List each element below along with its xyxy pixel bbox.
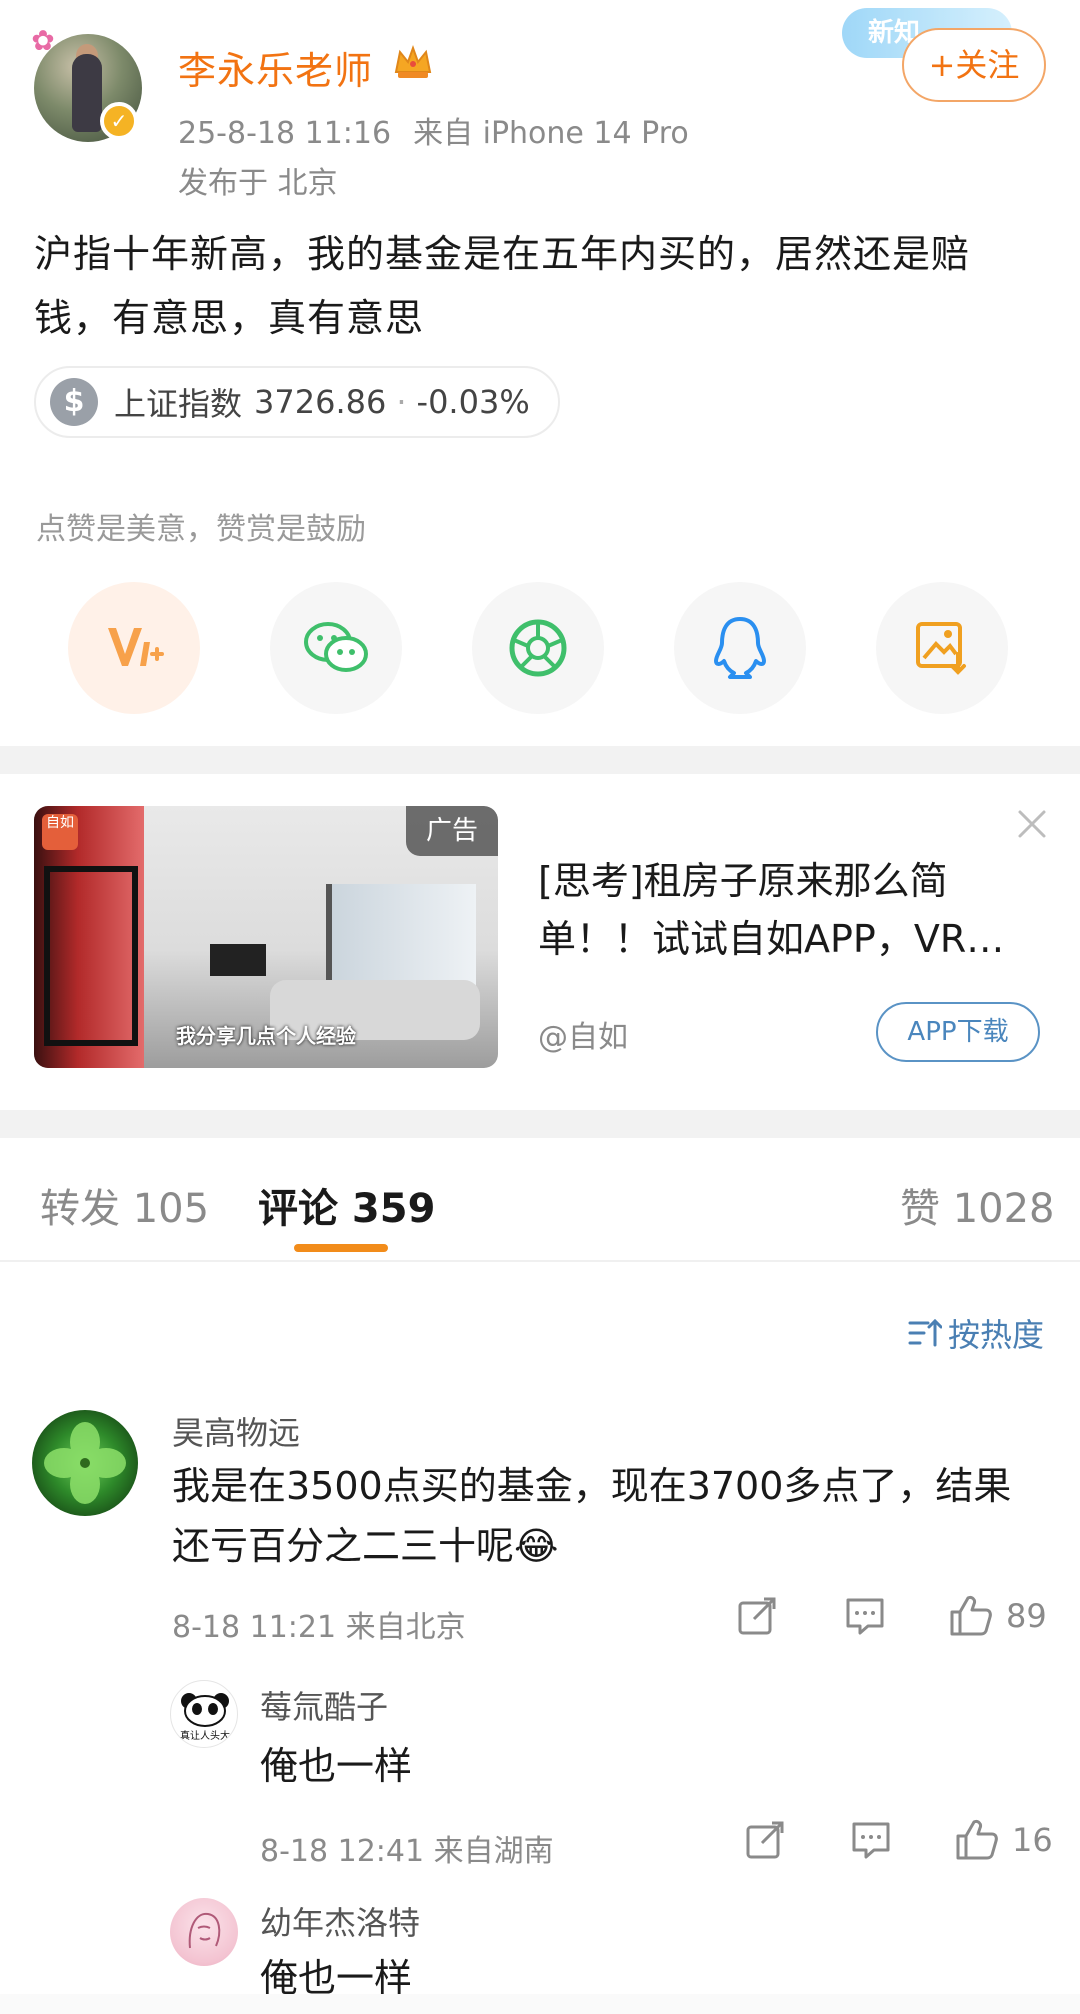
avatar-figure [72,54,102,132]
comment-meta: 8-18 12:41 来自湖南 [260,1834,554,1869]
ad-caption: 我分享几点个人经验 [176,1024,356,1048]
post-body: 沪指十年新高，我的基金是在五年内买的，居然还是赔钱，有意思，真有意思 [34,232,971,340]
section-divider [0,1110,1080,1138]
thumbs-up-icon [956,1820,998,1860]
close-icon[interactable] [1014,806,1050,842]
laugh-cry-emoji: 😂 [514,1524,559,1568]
comment-text: 我是在3500点买的基金，现在3700多点了，结果还亏百分之二三十呢😂 [172,1456,1044,1576]
ad-image[interactable]: 自如 广告 我分享几点个人经验 [34,806,498,1068]
commenter-name[interactable]: 幼年杰洛特 [260,1898,420,1944]
comment-text-body: 我是在3500点买的基金，现在3700多点了，结果还亏百分之二三十呢 [172,1464,1012,1568]
stock-value: 3726.86 [254,383,387,421]
follow-button[interactable]: +关注 [902,28,1046,102]
crown-icon [394,45,432,78]
repost-icon [746,1821,784,1859]
ad-brand-logo: 自如 [42,814,78,850]
sort-label: 按热度 [948,1316,1045,1354]
reward-note: 点赞是美意，赞赏是鼓励 [36,512,366,547]
tab-like[interactable]: 赞 1028 [900,1176,1055,1234]
flower-icon: ✿ [31,24,55,57]
comment-meta: 8-18 11:21 来自北京 [172,1610,466,1645]
stock-separator: · [396,383,407,421]
ad-image-tv [210,944,266,976]
moments-share-button[interactable] [472,582,604,714]
like-button[interactable]: 16 [954,1818,1053,1862]
tab-indicator [294,1244,388,1252]
commenter-avatar[interactable] [170,1898,238,1966]
like-count: 16 [1012,1821,1053,1859]
repost-button[interactable] [736,1595,844,1637]
bottom-edge [0,1994,1080,2014]
section-divider [0,746,1080,774]
clover-icon [44,1422,126,1504]
tab-repost[interactable]: 转发 105 [40,1176,209,1234]
sketch-portrait-icon [188,1912,221,1949]
post-meta: 25-8-18 11:16 来自 iPhone 14 Pro [178,108,711,152]
reward-icon [108,628,164,666]
commenter-avatar[interactable] [32,1410,138,1516]
ad-image-frame [44,866,138,1046]
repost-button[interactable] [744,1819,850,1861]
save-image-icon [916,622,966,675]
post-timestamp: 25-8-18 11:16 [178,116,392,151]
wechat-share-button[interactable] [270,582,402,714]
post-location: 发布于 北京 [178,166,338,201]
reward-button[interactable] [68,582,200,714]
stock-name: 上证指数 [114,385,243,423]
comment-icon [852,1822,890,1859]
avatar-caption: 真让人头大 [180,1731,230,1742]
author-name[interactable]: 李永乐老师 [178,40,373,95]
commenter-name[interactable]: 莓氚酷子 [260,1682,388,1728]
ad-tag: 广告 [406,806,498,856]
comment-actions: 89 [736,1594,1047,1638]
dollar-icon: $ [50,378,98,426]
qq-icon [714,617,766,679]
comment-text: 俺也一样 [260,1744,413,1788]
stock-chip[interactable]: $ 上证指数 3726.86 · -0.03% [34,366,560,438]
stock-change: -0.03% [416,383,530,421]
sort-icon [908,1318,942,1347]
verified-icon: ✓ [100,102,138,140]
tab-divider [0,1260,1080,1262]
comment-icon [846,1598,884,1635]
share-row [68,582,1018,714]
wechat-icon [304,622,368,672]
reply-button[interactable] [850,1820,954,1860]
post-source: 来自 iPhone 14 Pro [413,116,689,151]
reply-button[interactable] [844,1596,948,1636]
ad-title[interactable]: [思考]租房子原来那么简单！！试试自如APP，VR… [538,852,1044,968]
repost-icon [738,1597,776,1635]
like-button[interactable]: 89 [948,1594,1047,1638]
qq-share-button[interactable] [674,582,806,714]
like-count: 89 [1006,1597,1047,1635]
sort-button[interactable]: 按热度 [908,1310,1044,1356]
app-download-button[interactable]: APP下载 [876,1002,1040,1062]
comment-actions: 16 [744,1818,1053,1862]
thumbs-up-icon [950,1596,992,1636]
moments-icon [509,619,567,677]
ad-source[interactable]: @自如 [538,1012,628,1056]
save-image-button[interactable] [876,582,1008,714]
tab-comment[interactable]: 评论 359 [258,1176,435,1234]
commenter-avatar[interactable]: 真让人头大 [170,1680,238,1748]
commenter-name[interactable]: 昊高物远 [172,1408,300,1454]
